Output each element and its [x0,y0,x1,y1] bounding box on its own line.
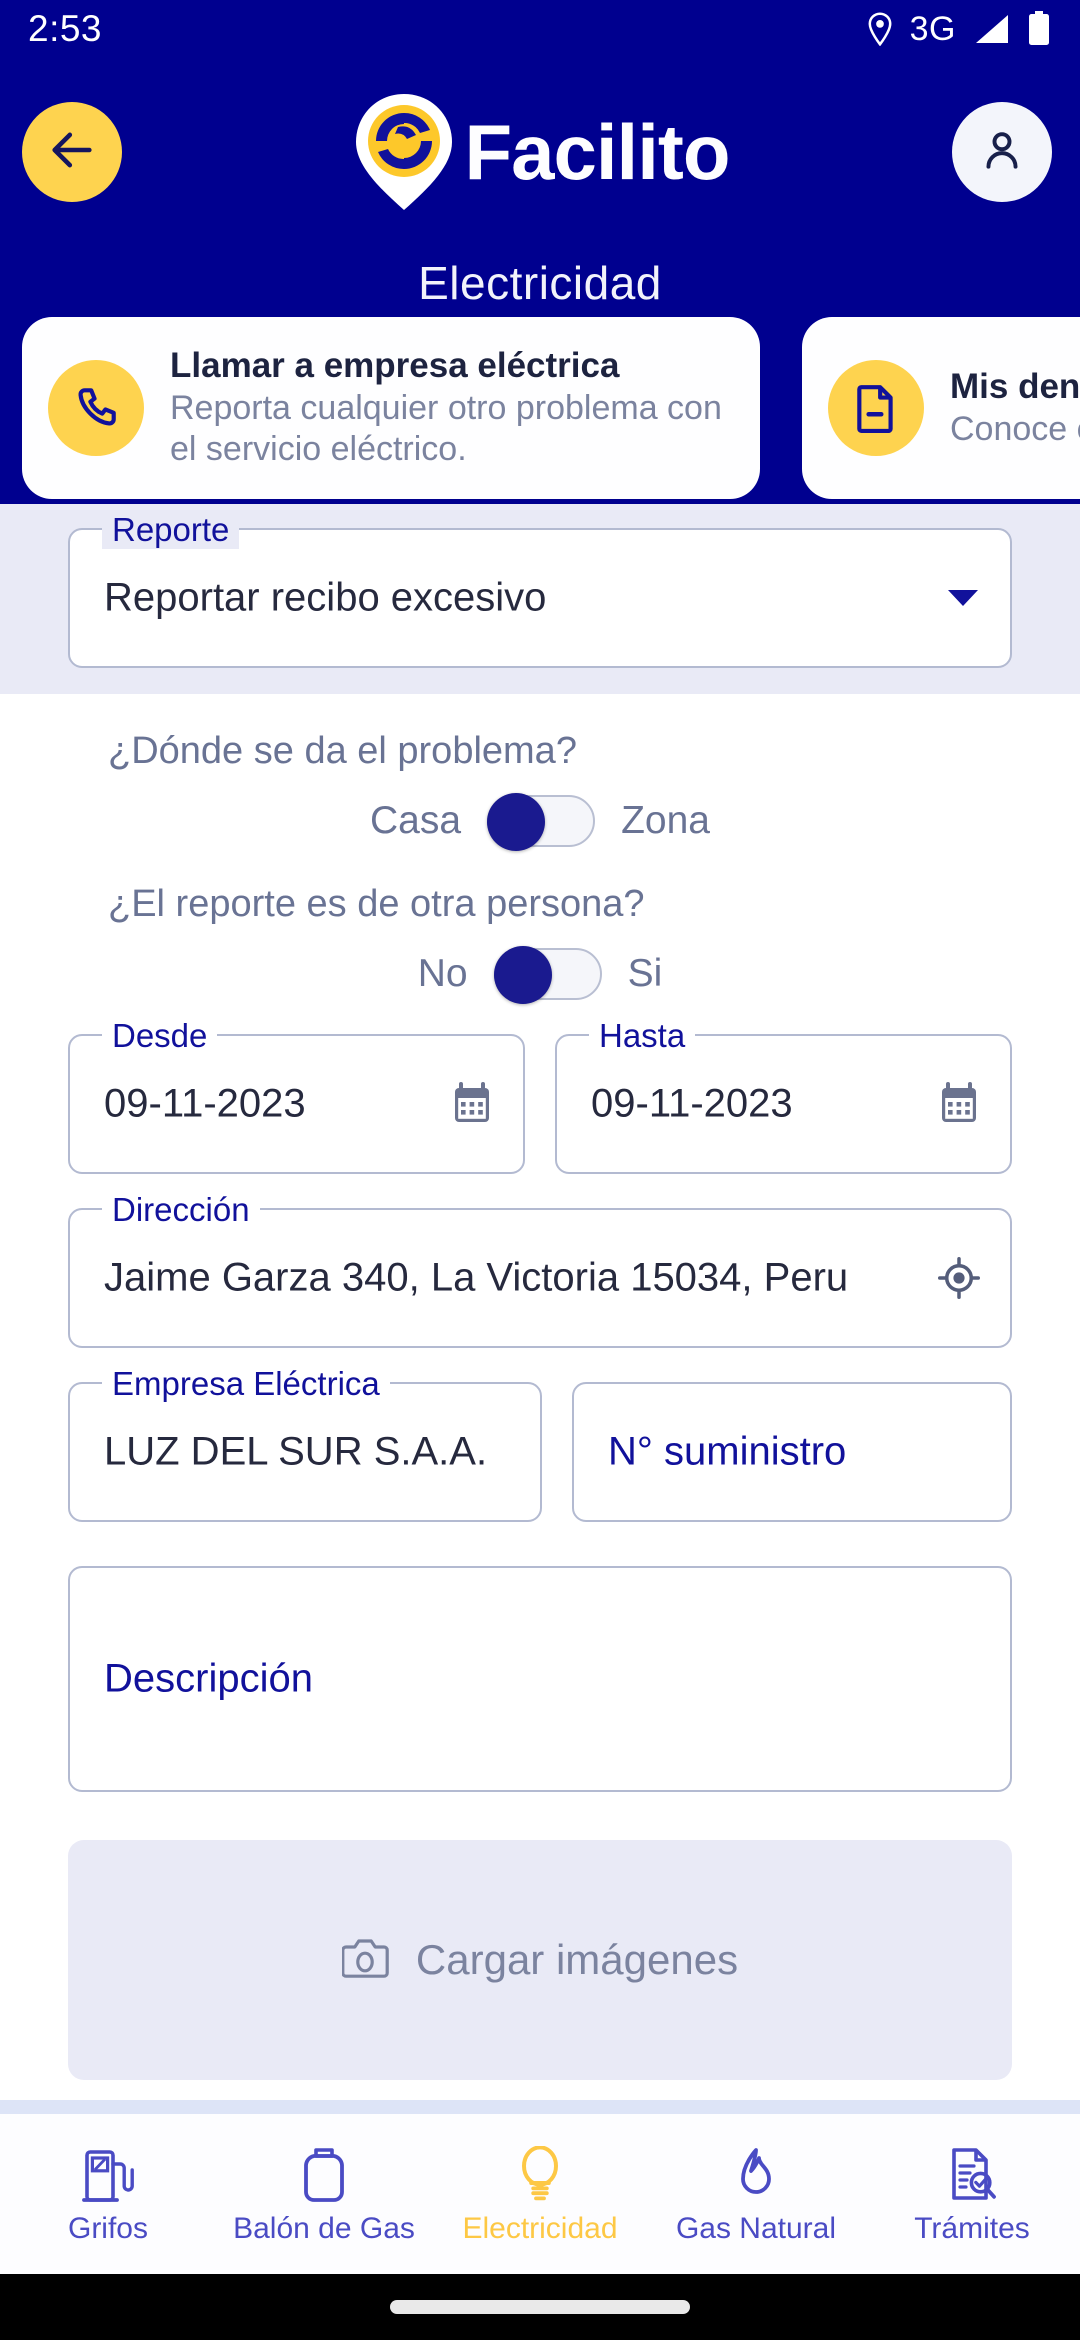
system-gesture-area [0,2274,1080,2340]
nav-label: Balón de Gas [233,2212,415,2245]
calendar-icon[interactable] [451,1082,493,1126]
chevron-down-icon[interactable] [946,587,980,609]
nav-item-electricidad[interactable]: Electricidad [440,2142,640,2246]
calendar-icon[interactable] [938,1082,980,1126]
toggle-row-location: Casa Zona [68,793,1012,851]
company-field[interactable]: Empresa Eléctrica LUZ DEL SUR S.A.A. [68,1365,542,1522]
person-icon [977,125,1027,180]
camera-icon [341,1935,392,1986]
nav-item-tramites[interactable]: Trámites [872,2142,1072,2246]
network-type-label: 3G [909,9,956,48]
question-other-person-label: ¿El reporte es de otra persona? [108,883,645,925]
report-select[interactable]: Reporte Reportar recibo excesivo [68,511,1012,668]
action-card-subtitle: Reporta cualquier otro problema con el s… [170,388,722,469]
date-to-label: Hasta [589,1017,696,1055]
toggle-thumb [493,946,552,1004]
toggle-row-other-person: No Si [68,946,1012,1004]
signal-icon [972,13,1010,45]
lightbulb-icon [518,2142,562,2204]
address-field[interactable]: Dirección Jaime Garza 340, La Victoria 1… [68,1191,1012,1348]
company-label: Empresa Eléctrica [102,1365,390,1403]
toggle-option-no[interactable]: No [418,952,468,996]
document-minus-icon [828,360,924,456]
page-title: Electricidad [418,257,662,309]
nav-item-balon-de-gas[interactable]: Balón de Gas [224,2142,424,2246]
upload-images-label: Cargar imágenes [415,1936,739,1983]
facilito-logo-icon [350,91,458,213]
phone-icon [48,360,144,456]
action-card-title: Llamar a empresa eléctrica [170,346,620,386]
description-textarea[interactable]: Descripción [68,1566,1012,1792]
action-card-call-company[interactable]: Llamar a empresa eléctrica Reporta cualq… [22,317,760,499]
toggle-option-si[interactable]: Si [628,952,663,996]
address-row: Dirección Jaime Garza 340, La Victoria 1… [68,1191,1012,1348]
date-from-field[interactable]: Desde 09-11-2023 [68,1017,525,1174]
toggle-option-zona[interactable]: Zona [621,799,710,843]
home-indicator[interactable] [390,2300,690,2314]
nav-item-gas-natural[interactable]: Gas Natural [656,2142,856,2246]
fuel-pump-icon [82,2142,134,2204]
gps-target-icon[interactable] [938,1257,980,1299]
document-search-icon [948,2142,996,2204]
nav-label: Grifos [67,2212,148,2245]
date-from-value: 09-11-2023 [104,1081,306,1126]
nav-item-grifos[interactable]: Grifos [8,2142,208,2246]
report-select-label: Reporte [102,511,240,549]
flame-icon [733,2142,779,2204]
report-band: Reporte Reportar recibo excesivo [0,504,1080,694]
back-button[interactable] [22,102,122,202]
toggle-thumb [487,793,546,851]
bottom-navigation-bar: Grifos Balón de Gas Electricidad Gas Nat… [0,2114,1080,2274]
nav-divider [0,2100,1080,2114]
action-card-text: Llamar a empresa eléctrica Reporta cualq… [170,345,734,471]
nav-label: Trámites [914,2212,1030,2245]
address-label: Dirección [102,1191,260,1229]
upload-images-button[interactable]: Cargar imágenes [68,1840,1012,2080]
company-value: LUZ DEL SUR S.A.A. [104,1429,488,1474]
company-supply-row: Empresa Eléctrica LUZ DEL SUR S.A.A. N° … [68,1365,1012,1522]
action-card-my-reports[interactable]: Mis denun Conoce el [802,317,1080,499]
nav-label: Electricidad [462,2212,618,2245]
action-cards-carousel[interactable]: Llamar a empresa eléctrica Reporta cualq… [0,310,1080,506]
description-placeholder: Descripción [104,1656,313,1701]
status-bar: 2:53 3G [0,0,1080,58]
arrow-left-icon [46,124,98,181]
form-scroll-area[interactable]: Reporte Reportar recibo excesivo ¿Dónde … [0,504,1080,2100]
app-screen: 2:53 3G Facilito Electricidad Llamar a e… [0,0,1080,2340]
header-top-row: Facilito [0,58,1080,246]
date-range-row: Desde 09-11-2023 Hasta 09-11-2023 [68,1017,1012,1174]
action-card-subtitle: Conoce el [950,409,1080,448]
profile-button[interactable] [952,102,1052,202]
location-pin-icon [866,12,894,46]
action-card-text: Mis denun Conoce el [950,366,1080,450]
toggle-other-person[interactable] [493,946,602,1004]
toggle-location[interactable] [487,793,596,851]
question-location-label: ¿Dónde se da el problema? [108,730,577,772]
status-icons: 3G [866,10,1052,49]
supply-number-field[interactable]: N° suministro [572,1382,1012,1522]
date-to-value: 09-11-2023 [591,1081,793,1126]
toggle-option-casa[interactable]: Casa [370,799,461,843]
battery-icon [1026,11,1052,47]
date-to-field[interactable]: Hasta 09-11-2023 [555,1017,1012,1174]
form-fields: ¿Dónde se da el problema? Casa Zona ¿El … [0,730,1080,2080]
nav-label: Gas Natural [675,2212,837,2245]
gas-cylinder-icon [302,2142,346,2204]
date-from-label: Desde [102,1017,218,1055]
status-time: 2:53 [28,8,103,49]
report-select-value: Reportar recibo excesivo [104,575,547,620]
brand-name: Facilito [464,108,730,196]
supply-number-placeholder: N° suministro [608,1429,847,1474]
brand-logo: Facilito [350,91,731,213]
action-card-title: Mis denun [950,366,1080,406]
address-value: Jaime Garza 340, La Victoria 15034, Peru [104,1255,849,1300]
